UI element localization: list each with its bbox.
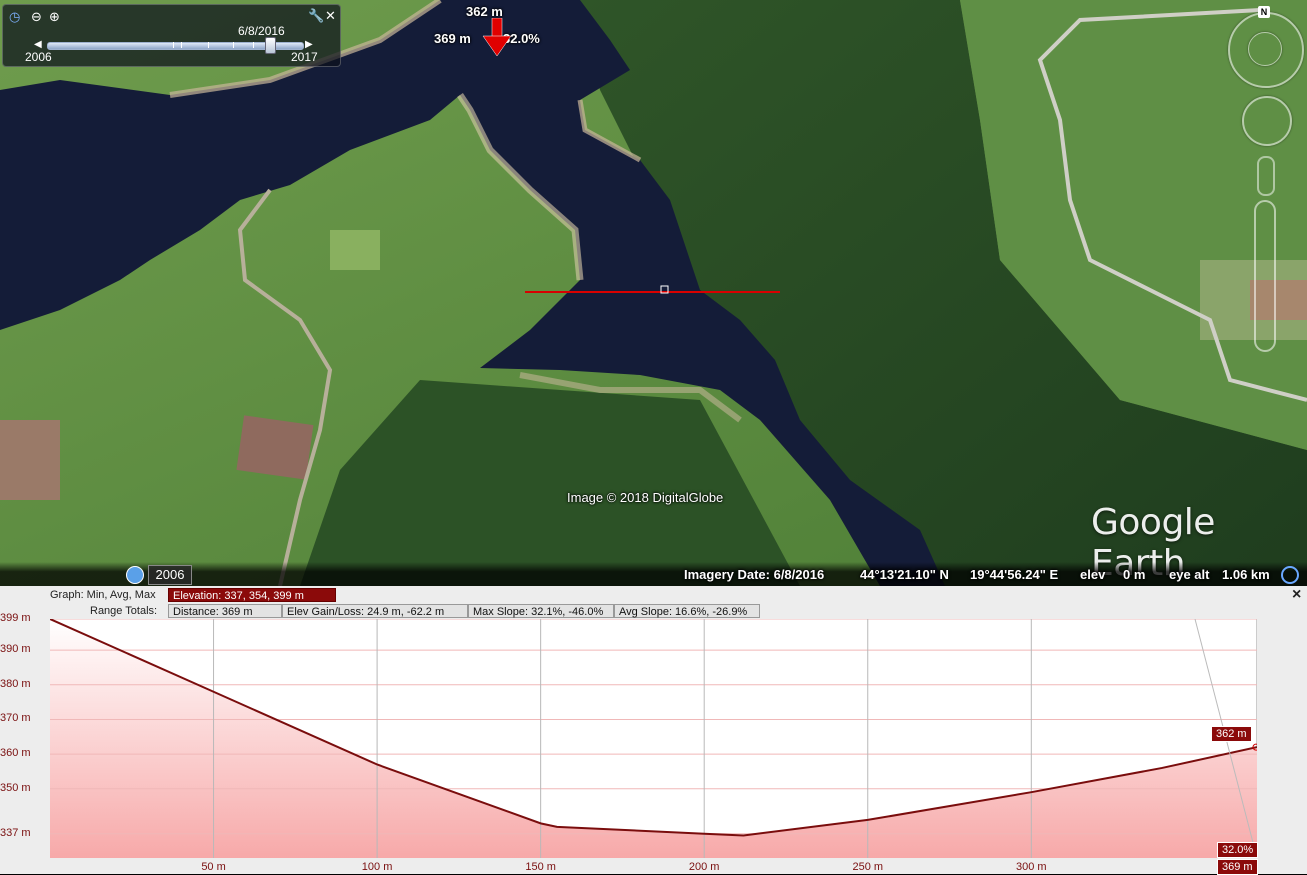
- y-tick-label: 360 m: [0, 747, 34, 759]
- zoom-slider[interactable]: [1254, 200, 1276, 352]
- streaming-indicator-icon: [1281, 566, 1299, 584]
- look-joystick[interactable]: [1248, 32, 1282, 66]
- y-tick-label: 390 m: [0, 643, 34, 655]
- move-joystick[interactable]: [1242, 96, 1292, 146]
- map-status-bar: [0, 562, 1307, 586]
- eye-alt-label: eye alt: [1169, 567, 1209, 582]
- close-profile-button[interactable]: ×: [1292, 586, 1301, 604]
- distance-summary: Distance: 369 m: [168, 604, 282, 618]
- map-view[interactable]: 362 m 369 m 32.0% ◷ ⊖ ⊕ 🔧 ✕ 6/8/2016 ◀ ▶…: [0, 0, 1307, 586]
- zoom-out-icon[interactable]: ⊖: [31, 10, 42, 23]
- marker-elevation: 362 m: [466, 4, 503, 19]
- clock-icon[interactable]: ◷: [9, 10, 20, 23]
- y-tick-label: 370 m: [0, 712, 34, 724]
- wrench-icon[interactable]: 🔧: [308, 9, 324, 22]
- eye-alt-value: 1.06 km: [1222, 567, 1270, 582]
- x-tick-label: 100 m: [362, 861, 393, 873]
- end-year: 2017: [291, 50, 318, 64]
- imagery-date: Imagery Date: 6/8/2016: [684, 567, 824, 582]
- x-tick-label: 150 m: [525, 861, 556, 873]
- cursor-slope-badge: 32.0%: [1217, 842, 1258, 858]
- elevation-chart[interactable]: [50, 619, 1257, 858]
- range-totals-label: Range Totals:: [90, 605, 157, 617]
- elev-label: elev: [1080, 567, 1105, 582]
- x-tick-label: 300 m: [1016, 861, 1047, 873]
- avg-slope: Avg Slope: 16.6%, -26.9%: [614, 604, 760, 618]
- start-year: 2006: [25, 50, 52, 64]
- historical-imagery-slider: ◷ ⊖ ⊕ 🔧 ✕ 6/8/2016 ◀ ▶ 2006 2017: [2, 4, 341, 67]
- x-tick-label: 50 m: [201, 861, 225, 873]
- historical-year-badge[interactable]: 2006: [148, 565, 192, 585]
- marker-distance: 369 m: [434, 31, 471, 46]
- y-tick-label: 337 m: [0, 827, 34, 839]
- position-arrow-icon: [482, 18, 512, 58]
- elevation-summary: Elevation: 337, 354, 399 m: [168, 588, 336, 602]
- graph-label: Graph: Min, Avg, Max: [50, 589, 156, 601]
- close-icon[interactable]: ✕: [325, 9, 336, 22]
- x-tick-label: 250 m: [852, 861, 883, 873]
- zoom-in-icon[interactable]: ⊕: [49, 10, 60, 23]
- street-view-icon[interactable]: [1257, 156, 1275, 196]
- cursor-distance-badge: 369 m: [1217, 859, 1258, 875]
- x-tick-label: 200 m: [689, 861, 720, 873]
- y-tick-label: 380 m: [0, 678, 34, 690]
- cursor-elevation-badge: 362 m: [1211, 726, 1252, 742]
- y-tick-label: 399 m: [0, 612, 34, 624]
- elev-value: 0 m: [1123, 567, 1145, 582]
- y-tick-label: 350 m: [0, 782, 34, 794]
- slider-date: 6/8/2016: [238, 24, 285, 38]
- historical-clock-icon[interactable]: [126, 566, 144, 584]
- imagery-attribution: Image © 2018 DigitalGlobe: [567, 490, 723, 505]
- compass-north[interactable]: N: [1258, 6, 1270, 18]
- latitude: 44°13'21.10" N: [860, 567, 949, 582]
- max-slope: Max Slope: 32.1%, -46.0%: [468, 604, 614, 618]
- elev-gain-loss: Elev Gain/Loss: 24.9 m, -62.2 m: [282, 604, 468, 618]
- longitude: 19°44'56.24" E: [970, 567, 1058, 582]
- time-thumb[interactable]: [265, 37, 276, 54]
